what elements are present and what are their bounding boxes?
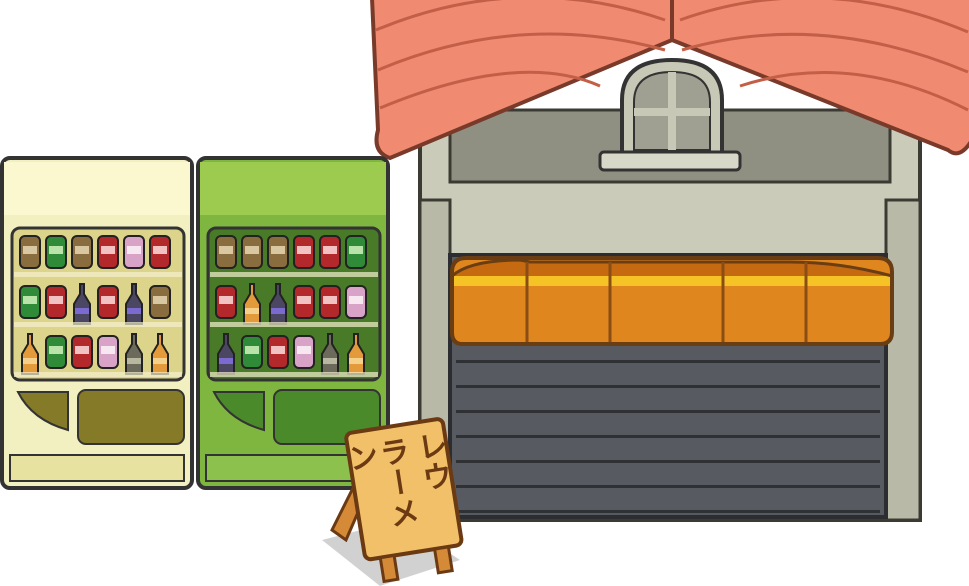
- can-label: [49, 246, 63, 254]
- can-label: [49, 296, 63, 304]
- can-label: [297, 346, 311, 354]
- can-label: [49, 346, 63, 354]
- bottle-label: [127, 358, 141, 364]
- shop-building[interactable]: [370, 0, 969, 522]
- can-label: [323, 296, 337, 304]
- can-label: [349, 246, 363, 254]
- can-label: [245, 346, 259, 354]
- shutter-slat: [456, 360, 880, 363]
- pickup-tray[interactable]: [9, 454, 185, 482]
- can-label: [245, 246, 259, 254]
- awning-stripe: [454, 276, 890, 286]
- can-label: [153, 296, 167, 304]
- shelf: [210, 372, 378, 377]
- dispense-panel[interactable]: [77, 389, 185, 445]
- shutter-slat: [456, 460, 880, 463]
- bottle-label: [271, 308, 285, 314]
- can-label: [297, 246, 311, 254]
- can-label: [101, 346, 115, 354]
- can-label: [23, 296, 37, 304]
- vending-machine-yellow[interactable]: [0, 156, 194, 490]
- bottle-label: [219, 358, 233, 364]
- shutter-slat: [456, 385, 880, 388]
- machine-top: [200, 162, 386, 215]
- shelf: [14, 372, 182, 377]
- shelf: [14, 272, 182, 277]
- scene-canvas: [0, 0, 969, 586]
- can-label: [153, 246, 167, 254]
- can-label: [101, 296, 115, 304]
- shutter-slat: [456, 410, 880, 413]
- can-label: [271, 346, 285, 354]
- bottle-label: [245, 308, 259, 314]
- can-label: [271, 246, 285, 254]
- can-label: [23, 246, 37, 254]
- shelf: [210, 272, 378, 277]
- bottle-label: [127, 308, 141, 314]
- bottle-label: [75, 308, 89, 314]
- sign-board: [344, 417, 464, 562]
- can-label: [127, 246, 141, 254]
- can-label: [323, 246, 337, 254]
- can-label: [75, 346, 89, 354]
- can-label: [297, 296, 311, 304]
- can-label: [349, 296, 363, 304]
- attic-window: [598, 57, 742, 172]
- machine-top: [4, 162, 190, 215]
- vending-machines: [0, 156, 390, 490]
- shutter-slat: [456, 485, 880, 488]
- shelf: [210, 322, 378, 327]
- bottle-label: [349, 358, 363, 364]
- can-label: [75, 246, 89, 254]
- shop-awning: [450, 256, 894, 346]
- bottle-label: [23, 358, 37, 364]
- awning-top: [451, 258, 893, 278]
- can-label: [219, 296, 233, 304]
- game-scene: レウ ラーメン: [0, 0, 969, 586]
- right-pillar: [884, 198, 922, 522]
- can-label: [101, 246, 115, 254]
- bottle-label: [153, 358, 167, 364]
- shutter-slat: [456, 510, 880, 513]
- bottle-label: [323, 358, 337, 364]
- can-label: [219, 246, 233, 254]
- shelf: [14, 322, 182, 327]
- shutter-slat: [456, 435, 880, 438]
